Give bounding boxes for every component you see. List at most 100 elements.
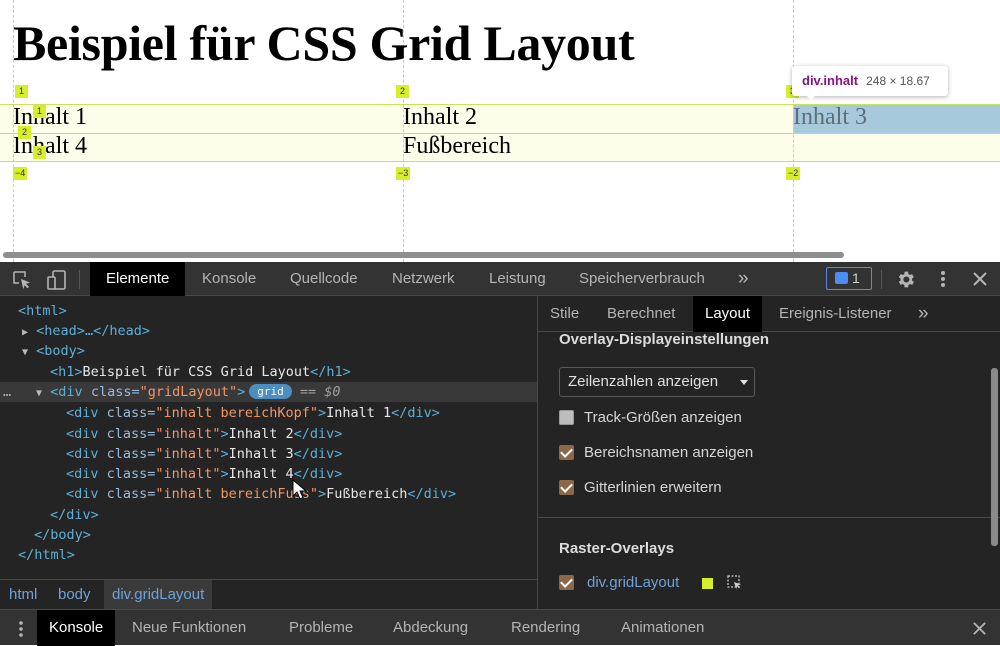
drawer-tab-abdeckung[interactable]: Abdeckung xyxy=(393,610,468,646)
dropdown-caret-icon xyxy=(740,380,748,385)
toolbar-divider xyxy=(881,270,882,289)
tab-layout[interactable]: Layout xyxy=(693,296,763,332)
attr-value: "gridLayout" xyxy=(139,384,238,400)
dom-node-h1[interactable]: <h1>Beispiel für CSS Grid Layout</h1> xyxy=(50,362,351,382)
grid-column-number-negative: −3 xyxy=(396,167,411,180)
tag-div-close: </div> xyxy=(293,446,343,462)
breadcrumb-body[interactable]: body xyxy=(58,580,91,610)
overlay-color-swatch[interactable] xyxy=(702,578,713,589)
more-tabs-chevron-icon[interactable]: » xyxy=(918,296,929,332)
attr-value: "inhalt bereichKopf" xyxy=(155,405,318,421)
message-icon xyxy=(835,272,848,284)
dom-node-grid-layout-selected[interactable]: … ▼ <div class="gridLayout"> grid == $0 xyxy=(0,382,537,402)
dom-node-child[interactable]: <div class="inhalt">Inhalt 3</div> xyxy=(66,444,342,464)
tag-body-close: </body> xyxy=(34,527,91,543)
sidebar-scrollbar[interactable] xyxy=(991,368,998,546)
tag-gt: > xyxy=(237,384,246,400)
node-text: Inhalt 2 xyxy=(228,426,294,442)
tag-div-open: <div xyxy=(66,426,107,442)
drawer-tab-neue-funktionen[interactable]: Neue Funktionen xyxy=(132,610,246,646)
area-names-label: Bereichsnamen anzeigen xyxy=(584,444,754,461)
dom-node-head[interactable]: ▶ <head>…</head> xyxy=(22,321,150,341)
ellipsis-icon[interactable]: … xyxy=(3,382,11,402)
gear-icon[interactable] xyxy=(895,269,916,290)
tab-elemente[interactable]: Elemente xyxy=(90,262,186,296)
inspect-element-icon[interactable] xyxy=(12,270,32,290)
highlight-element-icon[interactable] xyxy=(727,575,743,591)
drawer-menu-icon[interactable] xyxy=(16,620,26,638)
collapse-triangle-icon[interactable]: ▼ xyxy=(22,347,28,358)
collapse-triangle-icon[interactable]: ▼ xyxy=(36,388,42,399)
grid-cell[interactable]: Inhalt 2 xyxy=(403,104,477,131)
dom-node-html[interactable]: <html> xyxy=(18,301,67,321)
tag-div-close: </div> xyxy=(391,405,440,421)
drawer-tab-rendering[interactable]: Rendering xyxy=(511,610,580,646)
grid-row-line xyxy=(0,161,1000,162)
tab-leistung[interactable]: Leistung xyxy=(489,262,546,296)
attr-value: "inhalt" xyxy=(155,426,221,442)
tab-berechnet[interactable]: Berechnet xyxy=(607,296,675,332)
dom-node-body[interactable]: ▼ <body> xyxy=(22,341,85,361)
expand-triangle-icon[interactable]: ▶ xyxy=(22,327,28,338)
element-tooltip: div.inhalt 248 × 18.67 xyxy=(792,66,948,96)
issues-button[interactable]: 1 xyxy=(826,267,872,290)
horizontal-scrollbar[interactable] xyxy=(3,252,844,258)
dom-node-child[interactable]: <div class="inhalt">Inhalt 2</div> xyxy=(66,424,342,444)
console-ref: == $0 xyxy=(299,384,341,400)
close-icon[interactable] xyxy=(972,271,988,287)
tab-quellcode[interactable]: Quellcode xyxy=(290,262,358,296)
tab-stile[interactable]: Stile xyxy=(550,296,579,332)
breadcrumb-div-gridlayout[interactable]: div.gridLayout xyxy=(104,580,213,610)
drawer-tab-animationen[interactable]: Animationen xyxy=(621,610,704,646)
tag-div-open: <div xyxy=(66,446,107,462)
track-sizes-checkbox[interactable] xyxy=(559,410,574,425)
tag-div-open: <div xyxy=(50,384,91,400)
tag-gt: > xyxy=(220,466,229,482)
breadcrumb-html[interactable]: html xyxy=(9,580,37,610)
mouse-cursor-icon xyxy=(292,479,308,500)
tab-ereignis-listener[interactable]: Ereignis-Listener xyxy=(779,296,892,332)
dom-node-child[interactable]: <div class="inhalt bereichKopf">Inhalt 1… xyxy=(66,403,440,423)
grid-cell[interactable]: Inhalt 3 xyxy=(793,104,867,131)
line-numbers-select[interactable]: Zeilenzahlen anzeigen xyxy=(559,367,755,397)
tag-div-open: <div xyxy=(66,466,107,482)
close-drawer-icon[interactable] xyxy=(972,621,987,636)
tag-div-close: </div> xyxy=(50,507,99,523)
page-title: Beispiel für CSS Grid Layout xyxy=(13,15,635,71)
attr-name: class= xyxy=(106,446,156,462)
dom-node-body-close[interactable]: </body> xyxy=(34,525,91,545)
styles-sidebar: Stile Berechnet Layout Ereignis-Listener… xyxy=(538,296,1000,609)
tag-body-open: <body> xyxy=(36,343,85,359)
dom-node-html-close[interactable]: </html> xyxy=(18,545,75,565)
grid-column-number-negative: −2 xyxy=(786,167,801,180)
drawer-tab-probleme[interactable]: Probleme xyxy=(289,610,353,646)
track-sizes-label: Track-Größen anzeigen xyxy=(584,409,742,426)
tab-speicherverbrauch[interactable]: Speicherverbrauch xyxy=(579,262,705,296)
device-toolbar-icon[interactable] xyxy=(46,269,68,291)
dom-node-child[interactable]: <div class="inhalt bereichFuss">Fußberei… xyxy=(66,484,456,504)
grid-overlay-label[interactable]: div.gridLayout xyxy=(587,574,679,591)
dom-node-div-close[interactable]: </div> xyxy=(50,505,99,525)
grid-cell[interactable]: Fußbereich xyxy=(403,133,511,160)
more-tabs-chevron-icon[interactable]: » xyxy=(738,262,749,296)
attr-name: class= xyxy=(106,426,156,442)
breadcrumb: html body div.gridLayout xyxy=(0,579,537,610)
toolbar-divider xyxy=(79,270,80,289)
extend-lines-label: Gitterlinien erweitern xyxy=(584,479,722,496)
kebab-menu-icon[interactable] xyxy=(935,269,951,289)
elements-tree: <html> ▶ <head>…</head> ▼ <body> <h1>Bei… xyxy=(0,296,537,579)
devtools-toolbar: Elemente Konsole Quellcode Netzwerk Leis… xyxy=(0,262,1000,296)
extend-lines-checkbox[interactable] xyxy=(559,480,574,495)
grid-column-number: 2 xyxy=(396,85,409,98)
page-viewport: Beispiel für CSS Grid Layout Inhalt 1 In… xyxy=(0,0,1000,262)
tag-div-close: </div> xyxy=(407,486,457,502)
grid-overlay-checkbox[interactable] xyxy=(559,575,574,590)
area-names-checkbox[interactable] xyxy=(559,445,574,460)
drawer-tab-konsole[interactable]: Konsole xyxy=(37,610,116,646)
tag-gt: > xyxy=(220,426,229,442)
tab-konsole[interactable]: Konsole xyxy=(202,262,256,296)
tab-netzwerk[interactable]: Netzwerk xyxy=(392,262,455,296)
tag-gt: > xyxy=(317,486,327,502)
raster-overlays-heading: Raster-Overlays xyxy=(559,540,675,557)
grid-badge[interactable]: grid xyxy=(249,384,292,399)
